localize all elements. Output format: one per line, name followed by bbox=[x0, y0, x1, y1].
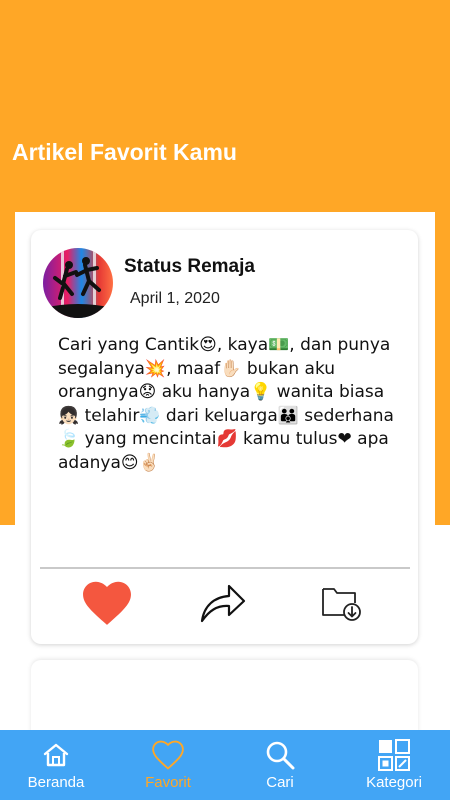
nav-label: Favorit bbox=[145, 774, 191, 791]
nav-item-cari[interactable]: Cari bbox=[224, 730, 336, 800]
page-title: Artikel Favorit Kamu bbox=[12, 139, 237, 165]
nav-item-kategori[interactable]: Kategori bbox=[338, 730, 450, 800]
article-text: Cari yang Cantik😍, kaya💵, dan punya sega… bbox=[58, 335, 394, 473]
home-icon bbox=[0, 739, 112, 771]
nav-label: Kategori bbox=[366, 774, 422, 791]
article-card-next[interactable] bbox=[31, 660, 418, 740]
nav-item-favorit[interactable]: Favorit bbox=[112, 730, 224, 800]
bottom-navigation: Beranda Favorit Cari Kategori bbox=[0, 730, 450, 800]
save-button[interactable] bbox=[312, 577, 372, 633]
avatar bbox=[43, 248, 113, 318]
nav-label: Cari bbox=[266, 774, 294, 791]
heart-outline-icon bbox=[112, 739, 224, 771]
search-icon bbox=[224, 739, 336, 771]
nav-label: Beranda bbox=[27, 774, 85, 791]
share-button[interactable] bbox=[193, 577, 253, 633]
divider bbox=[40, 567, 410, 569]
folder-download-icon bbox=[321, 584, 363, 626]
author-name: Status Remaja bbox=[124, 256, 255, 277]
grid-icon bbox=[338, 739, 450, 771]
heart-icon bbox=[82, 580, 132, 630]
post-date: April 1, 2020 bbox=[130, 290, 220, 307]
share-icon bbox=[199, 581, 247, 629]
like-button[interactable] bbox=[77, 577, 137, 633]
article-card[interactable]: Status Remaja April 1, 2020 Cari yang Ca… bbox=[31, 230, 418, 644]
nav-item-beranda[interactable]: Beranda bbox=[0, 730, 112, 800]
